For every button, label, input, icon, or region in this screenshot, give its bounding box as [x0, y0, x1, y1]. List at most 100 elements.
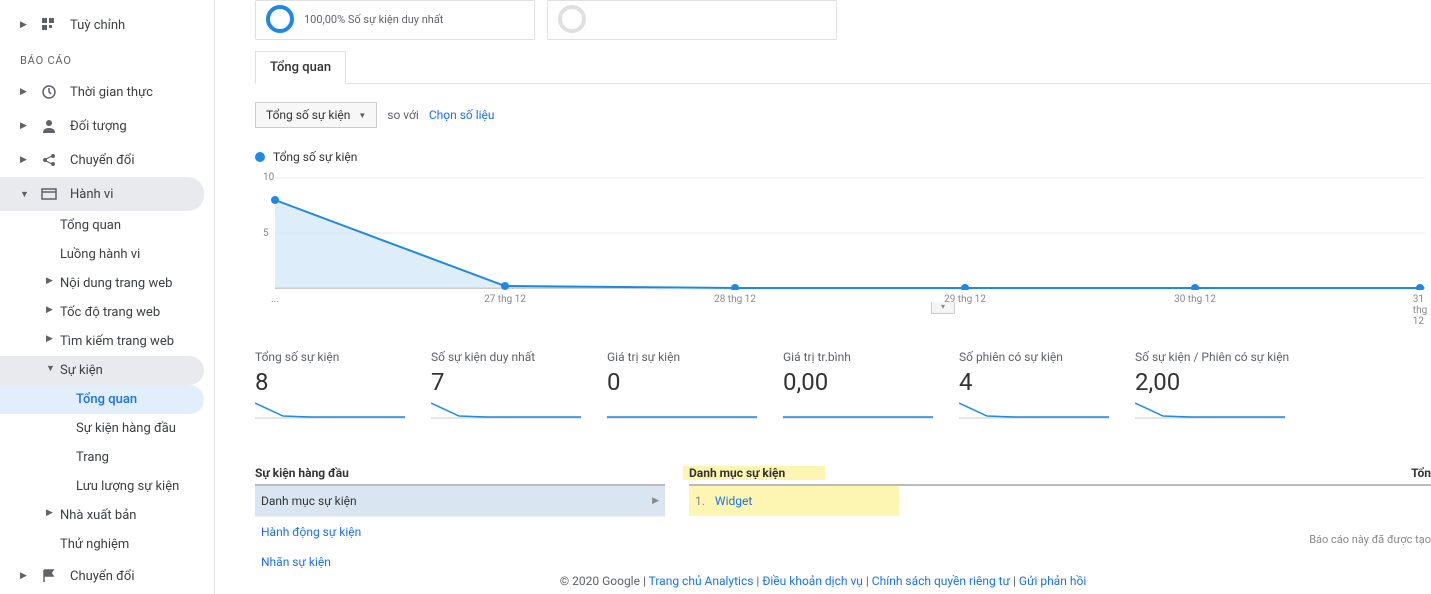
clock-icon	[40, 83, 58, 101]
metric-label: Giá trị tr.bình	[783, 350, 943, 364]
metric-events-per-session[interactable]: Số sự kiện / Phiên có sự kiện 2,00	[1135, 350, 1295, 420]
sidebar: ▶ Tuỳ chỉnh BÁO CÁO ▶ Thời gian thực ▶ Đ…	[0, 0, 215, 594]
sparkline	[607, 400, 757, 420]
controls-row: Tổng số sự kiện ▼ so với Chọn số liệu	[255, 102, 1431, 128]
caret-icon: ▶	[46, 508, 53, 518]
caret-icon: ▶	[20, 20, 28, 30]
metric-value: 2,00	[1135, 368, 1295, 396]
xtick: 31 thg 12	[1413, 294, 1427, 327]
nav-audience[interactable]: ▶ Đối tượng	[0, 109, 214, 143]
summary-text: 100,00% Số sự kiện duy nhất	[304, 13, 443, 26]
expand-chart-handle[interactable]: ▾	[931, 302, 955, 314]
xtick: 28 thg 12	[714, 294, 756, 305]
tab-overview[interactable]: Tổng quan	[255, 51, 346, 84]
donut-empty-icon	[558, 5, 586, 33]
footer-link-terms[interactable]: Điều khoản dịch vụ	[762, 574, 863, 588]
sub-publisher[interactable]: ▶Nhà xuất bản	[0, 501, 214, 530]
table-header-total: Tổn	[1411, 466, 1431, 480]
summary-cards: 100,00% Số sự kiện duy nhất	[255, 0, 1431, 40]
metric-event-value[interactable]: Giá trị sự kiện 0	[607, 350, 767, 420]
chart-svg	[255, 170, 1425, 290]
caret-icon: ▶	[20, 87, 28, 97]
footer-link-feedback[interactable]: Gửi phản hồi	[1019, 574, 1086, 588]
choose-metric-link[interactable]: Chọn số liệu	[429, 108, 495, 122]
caret-icon: ▶	[46, 334, 53, 344]
dropdown-label: Tổng số sự kiện	[266, 108, 350, 122]
xtick: ...	[271, 294, 279, 305]
sub-site-speed[interactable]: ▶Tốc độ trang web	[0, 298, 214, 327]
nav-conversions[interactable]: ▶ Chuyển đổi	[0, 559, 214, 593]
tabs-bar: Tổng quan	[255, 50, 1431, 84]
metric-value: 0,00	[783, 368, 943, 396]
footer-bar: © 2020 Google | Trang chủ Analytics | Đi…	[215, 574, 1431, 588]
xtick: 27 thg 12	[484, 294, 526, 305]
lower-section: Sự kiện hàng đầu Danh mục sự kiện ▶ Hành…	[255, 466, 1431, 577]
compare-label: so với	[387, 108, 419, 122]
caret-down-icon: ▼	[46, 363, 55, 374]
sub-behavior-flow[interactable]: Luồng hành vi	[0, 240, 214, 269]
nav-label: Hành vi	[70, 187, 113, 202]
chevron-down-icon: ▼	[358, 111, 366, 120]
footer-link-analytics[interactable]: Trang chủ Analytics	[649, 574, 754, 588]
footer-link-privacy[interactable]: Chính sách quyền riêng tư	[872, 574, 1010, 588]
sub-events-top[interactable]: Sự kiện hàng đầu	[0, 414, 214, 443]
copyright: © 2020 Google	[560, 574, 640, 588]
sub-site-content[interactable]: ▶Nội dung trang web	[0, 269, 214, 298]
dim-event-action[interactable]: Hành động sự kiện	[255, 517, 665, 547]
dim-event-category[interactable]: Danh mục sự kiện ▶	[255, 486, 665, 517]
sparkline	[959, 400, 1109, 420]
legend-dot-icon	[255, 152, 265, 162]
sub-experiments[interactable]: Thử nghiệm	[0, 530, 214, 559]
row-link[interactable]: Widget	[715, 494, 752, 508]
caret-down-icon: ▼	[20, 189, 28, 200]
person-icon	[40, 117, 58, 135]
summary-card-unique-events[interactable]: 100,00% Số sự kiện duy nhất	[255, 0, 535, 40]
nav-customize[interactable]: ▶ Tuỳ chỉnh	[0, 8, 214, 42]
sub-events-overview[interactable]: Tổng quan	[0, 385, 204, 414]
metric-value: 8	[255, 368, 415, 396]
metric-label: Số phiên có sự kiện	[959, 350, 1119, 364]
browser-icon	[40, 185, 58, 203]
metric-sessions-with-event[interactable]: Số phiên có sự kiện 4	[959, 350, 1119, 420]
donut-icon	[266, 5, 294, 33]
nav-label: Chuyển đổi	[70, 569, 135, 584]
metric-avg-value[interactable]: Giá trị tr.bình 0,00	[783, 350, 943, 420]
chart-legend: Tổng số sự kiện	[255, 150, 1431, 164]
grid-icon	[40, 16, 58, 34]
metric-value: 4	[959, 368, 1119, 396]
dim-event-label[interactable]: Nhãn sự kiện	[255, 547, 665, 577]
summary-card-blank[interactable]	[547, 0, 837, 40]
metric-unique-events[interactable]: Số sự kiện duy nhất 7	[431, 350, 591, 420]
metric-value: 0	[607, 368, 767, 396]
sub-events-flow[interactable]: Lưu lượng sự kiện	[0, 472, 214, 501]
xtick: 30 thg 12	[1174, 294, 1216, 305]
sub-site-search[interactable]: ▶Tìm kiếm trang web	[0, 327, 214, 356]
table-row[interactable]: 1. Widget	[689, 486, 899, 516]
metric-label: Giá trị sự kiện	[607, 350, 767, 364]
metric-dropdown[interactable]: Tổng số sự kiện ▼	[255, 102, 377, 128]
main-chart[interactable]: 10 5 ... 27 thg 12 28 thg 12 29 thg 12 3…	[255, 170, 1431, 310]
caret-icon: ▶	[20, 155, 28, 165]
metrics-row: Tổng số sự kiện 8 Số sự kiện duy nhất 7 …	[255, 350, 1431, 420]
sub-events-pages[interactable]: Trang	[0, 443, 214, 472]
caret-icon: ▶	[20, 571, 28, 581]
metric-value: 7	[431, 368, 591, 396]
caret-icon: ▶	[46, 276, 53, 286]
sparkline	[255, 400, 405, 420]
nav-label: Chuyển đổi	[70, 153, 135, 168]
nav-acquisition[interactable]: ▶ Chuyển đổi	[0, 143, 214, 177]
metric-label: Tổng số sự kiện	[255, 350, 415, 364]
nav-label: Tuỳ chỉnh	[70, 18, 125, 33]
metric-total-events[interactable]: Tổng số sự kiện 8	[255, 350, 415, 420]
share-icon	[40, 151, 58, 169]
event-category-table: Danh mục sự kiện Tổn 1. Widget	[689, 466, 1431, 577]
sub-events[interactable]: ▼Sự kiện	[0, 356, 204, 385]
metric-label: Số sự kiện / Phiên có sự kiện	[1135, 350, 1295, 364]
sub-overview[interactable]: Tổng quan	[0, 211, 214, 240]
flag-icon	[40, 567, 58, 585]
footer-note: Báo cáo này đã được tạo	[1309, 533, 1431, 546]
chevron-right-icon: ▶	[652, 496, 659, 506]
nav-behavior[interactable]: ▼ Hành vi	[0, 177, 204, 211]
top-events-column: Sự kiện hàng đầu Danh mục sự kiện ▶ Hành…	[255, 466, 665, 577]
nav-realtime[interactable]: ▶ Thời gian thực	[0, 75, 214, 109]
